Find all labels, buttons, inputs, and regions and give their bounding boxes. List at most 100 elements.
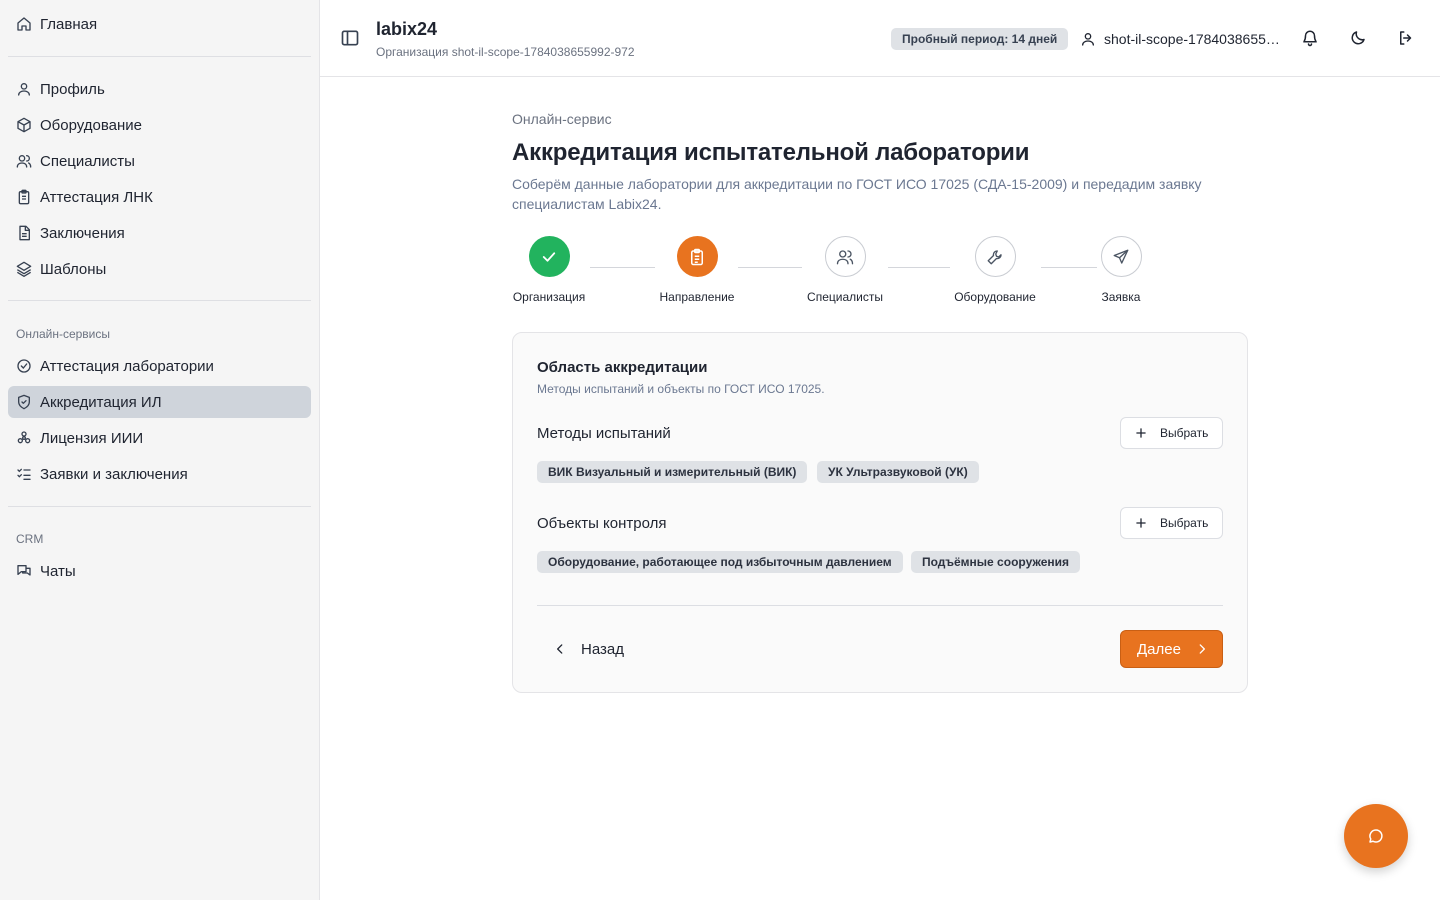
sidebar-item-label: Аккредитация ИЛ <box>40 393 162 411</box>
section-label-online: Онлайн-сервисы <box>16 327 111 341</box>
chevron-left-icon <box>557 644 563 654</box>
card-divider <box>537 605 1223 606</box>
breadcrumb: Онлайн-сервис <box>512 111 612 127</box>
users-icon <box>836 249 854 264</box>
send-icon <box>1113 249 1129 264</box>
user-name: shot-il-scope-1784038655992-972 <box>1104 31 1282 47</box>
clipboard-icon <box>18 189 30 205</box>
sidebar-item-label: Аттестация ЛНК <box>40 188 153 206</box>
sidebar-item-label: Главная <box>40 15 98 33</box>
app-title: labix24 <box>376 19 438 39</box>
chat-bubble-icon <box>1369 829 1383 843</box>
sidebar-item-label: Заключения <box>40 224 125 242</box>
sidebar-item-label: Заявки и заключения <box>40 465 188 483</box>
step-indicator <box>1100 236 1142 277</box>
step-indicator <box>676 236 718 277</box>
step-organization[interactable]: Организация <box>489 236 609 304</box>
sidebar-item-lnk-attestation[interactable]: Аттестация ЛНК <box>8 181 311 213</box>
sidebar-item-chats[interactable]: Чаты <box>8 555 311 587</box>
sidebar-item-specialists[interactable]: Специалисты <box>8 145 311 177</box>
trial-badge: Пробный период: 14 дней <box>891 28 1069 50</box>
plus-icon <box>1136 428 1146 438</box>
layers-icon <box>16 261 32 277</box>
step-label: Организация <box>512 290 586 304</box>
check-circle-icon <box>17 359 31 373</box>
document-icon <box>19 225 30 241</box>
organization-line: Организация shot-il-scope-1784038655992-… <box>376 45 635 59</box>
card-title: Область аккредитации <box>537 359 708 376</box>
step-equipment[interactable]: Оборудование <box>935 236 1055 304</box>
sidebar-toggle-button[interactable] <box>340 28 360 48</box>
sidebar-item-il-accreditation[interactable]: Аккредитация ИЛ <box>8 386 311 418</box>
sidebar-toggle-icon <box>341 30 359 46</box>
page-title: Аккредитация испытательной лаборатории <box>512 139 1030 166</box>
step-label: Оборудование <box>954 290 1036 304</box>
radiation-icon <box>17 431 31 444</box>
methods-label: Методы испытаний <box>537 425 671 442</box>
next-button[interactable]: Далее <box>1120 630 1223 668</box>
sidebar-item-lab-attestation[interactable]: Аттестация лаборатории <box>8 350 311 382</box>
section-label-crm: CRM <box>16 532 44 546</box>
sidebar-divider <box>8 56 311 57</box>
pick-button-label: Выбрать <box>1160 426 1209 440</box>
clipboard-list-icon <box>691 248 703 265</box>
list-check-icon <box>17 468 31 480</box>
sidebar-item-templates[interactable]: Шаблоны <box>8 253 311 285</box>
users-icon <box>16 155 32 168</box>
sidebar-item-label: Профиль <box>40 80 105 98</box>
plus-icon <box>1136 518 1146 528</box>
user-icon <box>1082 33 1094 46</box>
sidebar-item-label: Оборудование <box>40 116 143 134</box>
object-chip: Оборудование, работающее под избыточным … <box>537 551 903 573</box>
sidebar-item-label: Шаблоны <box>40 260 107 278</box>
user-icon <box>18 83 30 96</box>
step-indicator <box>528 236 570 277</box>
method-chip: ВИК Визуальный и измерительный (ВИК) <box>537 461 808 483</box>
sidebar-item-conclusions[interactable]: Заключения <box>8 217 311 249</box>
notifications-button[interactable] <box>1301 29 1319 47</box>
chat-fab-button[interactable] <box>1344 804 1408 868</box>
shield-check-icon <box>18 394 30 410</box>
chats-icon <box>17 565 31 576</box>
method-chip: УК Ультразвуковой (УК) <box>817 461 979 483</box>
pick-objects-button[interactable]: Выбрать <box>1120 507 1223 539</box>
step-application[interactable]: Заявка <box>1061 236 1181 304</box>
wrench-icon <box>987 249 1002 264</box>
sidebar-item-label: Чаты <box>40 562 76 580</box>
next-button-label: Далее <box>1137 640 1181 658</box>
back-button[interactable]: Назад <box>553 636 624 662</box>
pick-methods-button[interactable]: Выбрать <box>1120 417 1223 449</box>
home-icon <box>17 17 31 31</box>
sidebar-item-label: Лицензия ИИИ <box>40 429 144 447</box>
pick-button-label: Выбрать <box>1160 516 1209 530</box>
sidebar-item-requests[interactable]: Заявки и заключения <box>8 458 311 490</box>
step-label: Специалисты <box>807 290 883 304</box>
sidebar-divider <box>8 506 311 507</box>
top-header: labix24 Организация shot-il-scope-178403… <box>320 0 1440 77</box>
object-chip: Подъёмные сооружения <box>911 551 1081 573</box>
step-label: Заявка <box>1101 290 1141 304</box>
check-icon <box>542 251 556 262</box>
back-button-label: Назад <box>581 640 624 658</box>
accreditation-scope-card: Область аккредитации Методы испытаний и … <box>512 332 1248 693</box>
step-specialists[interactable]: Специалисты <box>785 236 905 304</box>
sidebar-item-home[interactable]: Главная <box>8 8 311 40</box>
user-menu[interactable]: shot-il-scope-1784038655992-972 <box>1080 28 1282 50</box>
theme-toggle-button[interactable] <box>1349 29 1367 47</box>
page-description: Соберём данные лаборатории для аккредита… <box>512 176 1202 212</box>
logout-icon <box>1400 31 1412 45</box>
logout-button[interactable] <box>1397 29 1415 47</box>
step-label: Направление <box>659 290 735 304</box>
sidebar-item-profile[interactable]: Профиль <box>8 73 311 105</box>
box-icon <box>17 117 31 133</box>
sidebar: Главная Профиль Оборудование Специалисты… <box>0 0 320 900</box>
chevron-right-icon <box>1199 644 1205 654</box>
sidebar-divider <box>8 300 311 301</box>
step-indicator <box>824 236 866 277</box>
sidebar-item-iii-license[interactable]: Лицензия ИИИ <box>8 422 311 454</box>
bell-icon <box>1303 30 1317 47</box>
sidebar-item-equipment[interactable]: Оборудование <box>8 109 311 141</box>
step-direction[interactable]: Направление <box>637 236 757 304</box>
moon-icon <box>1351 31 1365 45</box>
objects-label: Объекты контроля <box>537 515 667 532</box>
